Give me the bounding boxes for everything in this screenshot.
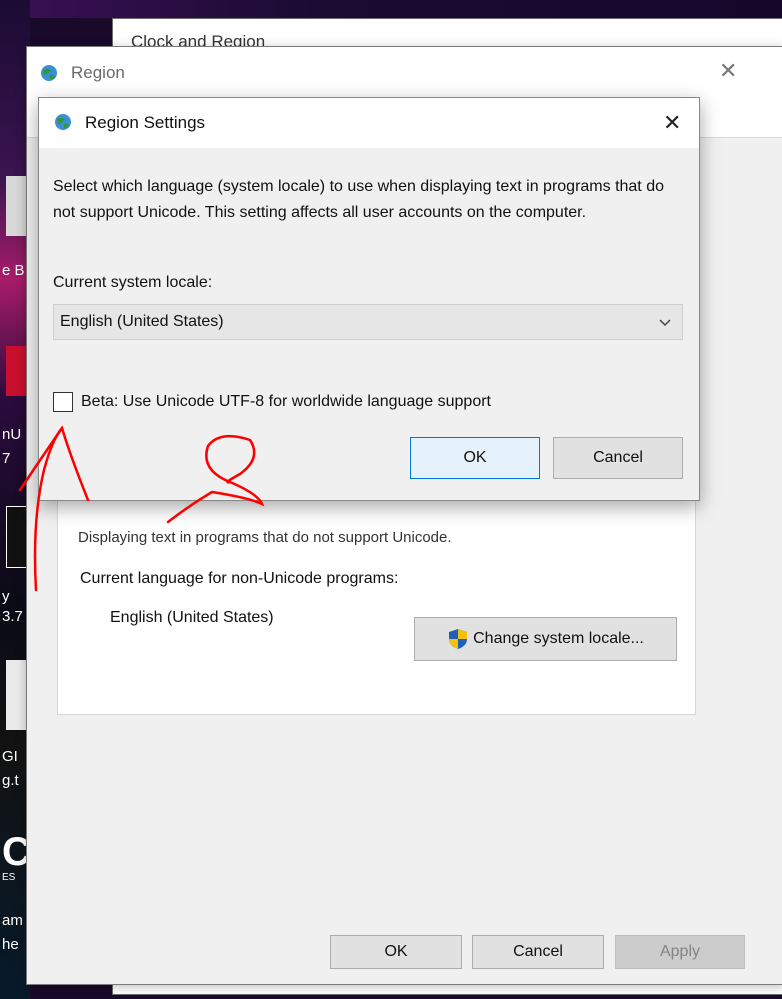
desktop-icon-red[interactable] [6, 346, 26, 396]
current-language-value: English (United States) [110, 609, 274, 626]
close-icon[interactable]: ✕ [663, 112, 681, 134]
desktop-text: y [2, 588, 10, 605]
beta-utf8-row[interactable]: Beta: Use Unicode UTF-8 for worldwide la… [53, 392, 491, 412]
shield-icon [449, 629, 468, 649]
non-unicode-group: Displaying text in programs that do not … [57, 487, 696, 715]
desktop-text: e B [2, 262, 25, 279]
desktop-text: GI [2, 748, 18, 765]
globe-icon [55, 114, 71, 130]
region-apply-button[interactable]: Apply [615, 935, 745, 969]
desktop-text: g.t [2, 772, 19, 789]
close-icon[interactable]: ✕ [719, 60, 737, 82]
desktop-text: 7 [2, 450, 11, 467]
overlapped-group-text: Displaying text in programs that do not … [78, 529, 452, 546]
current-language-label: Current language for non-Unicode program… [80, 570, 399, 587]
desktop-text: he [2, 936, 19, 953]
region-cancel-button[interactable]: Cancel [472, 935, 604, 969]
dialog-cancel-button[interactable]: Cancel [553, 437, 683, 479]
system-locale-value: English (United States) [60, 313, 224, 330]
dialog-title: Region Settings [85, 113, 206, 132]
beta-utf8-checkbox[interactable] [53, 392, 73, 412]
region-titlebar[interactable]: Region ✕ [27, 47, 782, 97]
system-locale-select[interactable]: English (United States) [53, 304, 683, 340]
desktop-text: 3.7 [2, 608, 23, 625]
dialog-titlebar[interactable]: Region Settings ✕ [39, 98, 699, 148]
system-locale-label: Current system locale: [53, 274, 213, 291]
desktop-icon-light[interactable] [6, 660, 26, 730]
dialog-ok-button[interactable]: OK [410, 437, 540, 479]
region-ok-button[interactable]: OK [330, 935, 462, 969]
desktop-text: nU [2, 426, 22, 443]
change-system-locale-label: Change system locale... [473, 630, 644, 647]
change-system-locale-button[interactable]: Change system locale... [414, 617, 677, 661]
desktop-icon-dark[interactable] [6, 506, 28, 568]
dialog-description: Select which language (system locale) to… [53, 178, 664, 221]
desktop-top-strip [0, 0, 782, 18]
desktop-text: ES [2, 872, 16, 883]
desktop-icon-doc[interactable] [6, 176, 26, 236]
chevron-down-icon [659, 319, 671, 327]
region-settings-dialog: Region Settings ✕ Select which language … [38, 97, 700, 501]
globe-icon [41, 65, 57, 81]
desktop-text: am [2, 912, 23, 929]
region-window-title: Region [71, 63, 125, 82]
beta-utf8-label[interactable]: Beta: Use Unicode UTF-8 for worldwide la… [81, 393, 491, 411]
